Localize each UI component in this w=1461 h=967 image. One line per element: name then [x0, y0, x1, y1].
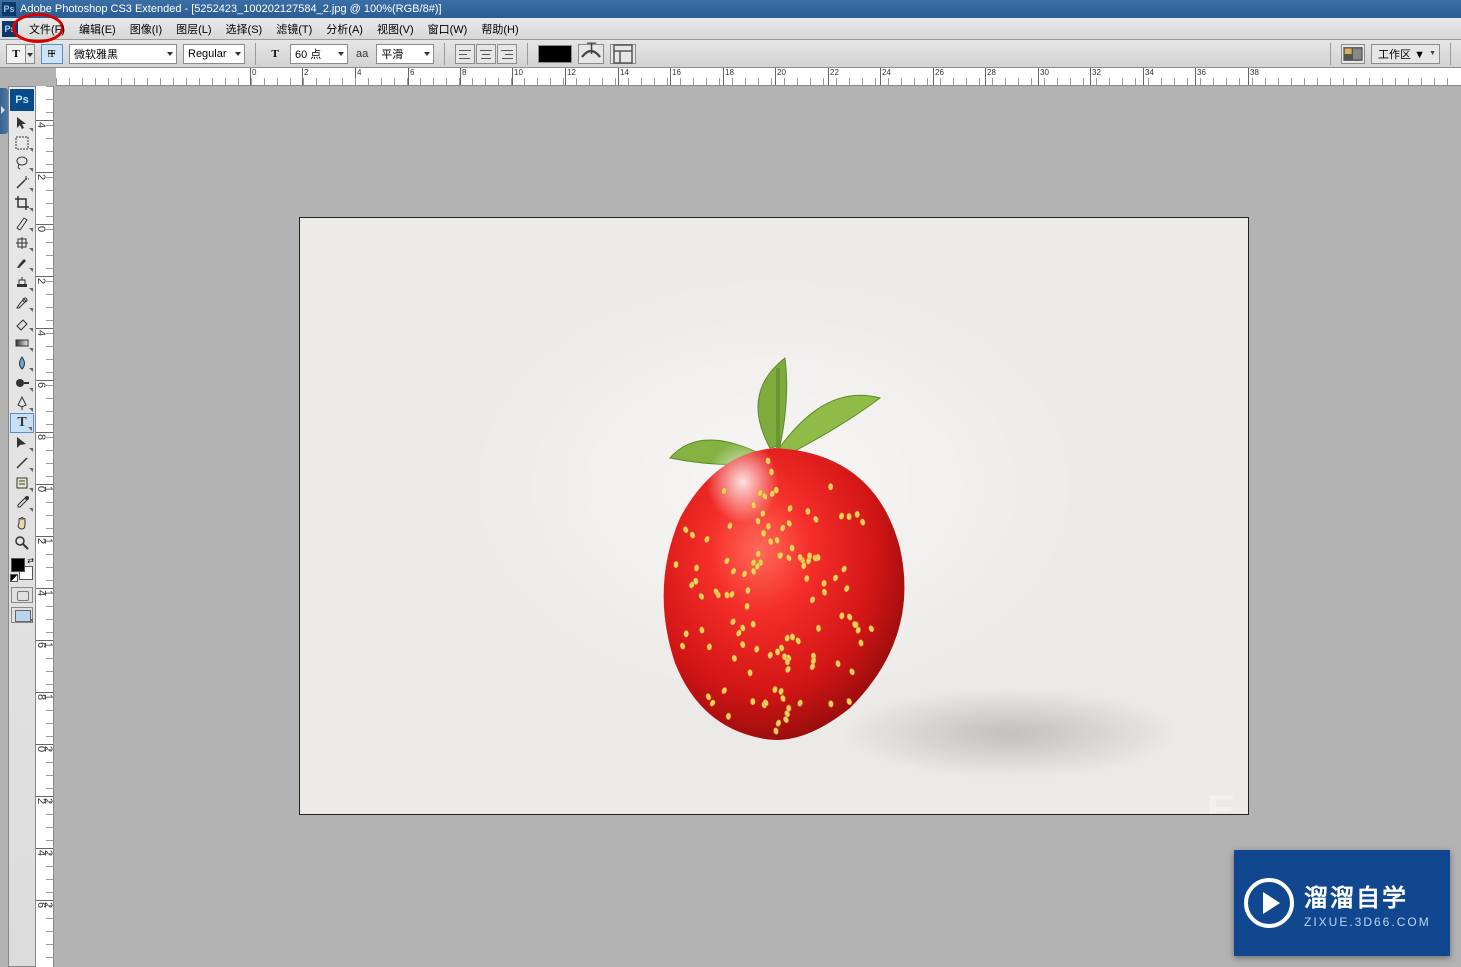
healing-brush-tool[interactable] — [10, 233, 34, 253]
ps-logo-icon: Ps — [2, 21, 18, 37]
vertical-ruler[interactable]: 4202468101214161820222426 — [36, 86, 54, 967]
clone-stamp-tool[interactable] — [10, 273, 34, 293]
svg-text:T: T — [587, 42, 597, 58]
font-style-select[interactable]: Regular — [183, 44, 245, 64]
menu-file[interactable]: 文件(F) — [22, 19, 72, 39]
font-family-select[interactable]: 微软雅黑 — [69, 44, 177, 64]
menu-bar: Ps 文件(F) 编辑(E) 图像(I) 图层(L) 选择(S) 滤镜(T) 分… — [0, 18, 1461, 40]
menu-layer[interactable]: 图层(L) — [169, 19, 218, 39]
font-size-select[interactable]: 60 点 — [290, 44, 348, 64]
antialias-select[interactable]: 平滑 — [376, 44, 434, 64]
notes-tool[interactable] — [10, 473, 34, 493]
play-icon — [1244, 878, 1294, 928]
window-title: Adobe Photoshop CS3 Extended - [5252423_… — [20, 3, 442, 15]
text-align-group — [455, 44, 517, 64]
eyedropper-tool[interactable] — [10, 493, 34, 513]
character-panel-button[interactable] — [610, 44, 636, 64]
align-left-button[interactable] — [455, 44, 475, 64]
menu-view[interactable]: 视图(V) — [370, 19, 421, 39]
menu-analysis[interactable]: 分析(A) — [319, 19, 370, 39]
font-family-value: 微软雅黑 — [74, 46, 118, 62]
swap-colors-icon[interactable]: ⇄ — [27, 556, 34, 565]
color-picker-fgbg[interactable]: ⇄ — [10, 557, 34, 581]
eraser-tool[interactable] — [10, 313, 34, 333]
strawberry-image — [620, 338, 930, 748]
magic-wand-tool[interactable] — [10, 173, 34, 193]
menu-window[interactable]: 窗口(W) — [421, 19, 475, 39]
workspace-select[interactable]: 工作区 ▼ — [1371, 44, 1440, 64]
divider — [255, 43, 256, 65]
screen-mode-button[interactable] — [11, 607, 33, 623]
palette-collapse-tab[interactable] — [0, 88, 8, 134]
lasso-tool[interactable] — [10, 153, 34, 173]
font-size-icon: T — [266, 44, 284, 64]
app-icon: Ps — [2, 2, 16, 16]
foreground-color-swatch[interactable] — [11, 558, 25, 572]
quick-mask-toggle[interactable] — [11, 587, 33, 603]
type-tool[interactable]: T — [10, 413, 34, 433]
warp-text-button[interactable]: T — [578, 44, 604, 64]
workspace-label: 工作区 ▼ — [1378, 46, 1425, 62]
menu-image[interactable]: 图像(I) — [123, 19, 169, 39]
line-tool[interactable] — [10, 453, 34, 473]
divider — [527, 43, 528, 65]
go-to-bridge-button[interactable] — [1341, 44, 1365, 64]
antialias-prefix: aa — [354, 48, 370, 60]
window-titlebar: Ps Adobe Photoshop CS3 Extended - [52524… — [0, 0, 1461, 18]
zoom-tool[interactable] — [10, 533, 34, 553]
brush-tool[interactable] — [10, 253, 34, 273]
text-orientation-toggle[interactable]: T T — [41, 44, 63, 64]
watermark-url: ZIXUE.3D66.COM — [1304, 915, 1431, 929]
menu-select[interactable]: 选择(S) — [219, 19, 270, 39]
canvas-area[interactable]: E ji 溜溜自学 ZIXUE.3D66.COM — [54, 86, 1461, 967]
options-bar: T T T 微软雅黑 Regular T 60 点 aa 平滑 T 工作区 ▼ — [0, 40, 1461, 68]
marquee-tool[interactable] — [10, 133, 34, 153]
move-tool[interactable] — [10, 113, 34, 133]
overlay-watermark: 溜溜自学 ZIXUE.3D66.COM — [1234, 850, 1450, 956]
menu-help[interactable]: 帮助(H) — [474, 19, 525, 39]
divider — [1450, 43, 1451, 65]
blur-tool[interactable] — [10, 353, 34, 373]
divider — [1330, 43, 1331, 65]
history-brush-tool[interactable] — [10, 293, 34, 313]
crop-tool[interactable] — [10, 193, 34, 213]
tool-preset-dropdown[interactable] — [26, 44, 35, 64]
font-size-value: 60 点 — [295, 46, 321, 62]
main-area: Ps T ⇄ — [0, 86, 1461, 967]
slice-tool[interactable] — [10, 213, 34, 233]
document-canvas[interactable]: E ji — [299, 217, 1249, 815]
warp-icon: T — [579, 42, 603, 66]
align-center-button[interactable] — [476, 44, 496, 64]
default-colors-icon[interactable] — [10, 574, 18, 582]
dodge-tool[interactable] — [10, 373, 34, 393]
antialias-value: 平滑 — [381, 46, 403, 62]
text-color-swatch[interactable] — [538, 45, 572, 63]
menu-filter[interactable]: 滤镜(T) — [269, 19, 319, 39]
hand-tool[interactable] — [10, 513, 34, 533]
horizontal-ruler[interactable]: 02468101214161820222426283032343638 — [56, 68, 1461, 86]
panel-icon — [611, 42, 635, 66]
pen-tool[interactable] — [10, 393, 34, 413]
gradient-tool[interactable] — [10, 333, 34, 353]
canvas-watermark-text-1: E — [1207, 786, 1238, 815]
align-right-button[interactable] — [497, 44, 517, 64]
watermark-title: 溜溜自学 — [1304, 878, 1431, 913]
tools-palette: Ps T ⇄ — [8, 86, 36, 967]
path-selection-tool[interactable] — [10, 433, 34, 453]
divider — [444, 43, 445, 65]
ps-badge-icon: Ps — [10, 89, 34, 111]
font-style-value: Regular — [188, 48, 227, 60]
menu-edit[interactable]: 编辑(E) — [72, 19, 123, 39]
tool-preset-picker[interactable]: T — [6, 44, 26, 64]
bridge-icon — [1342, 43, 1364, 65]
